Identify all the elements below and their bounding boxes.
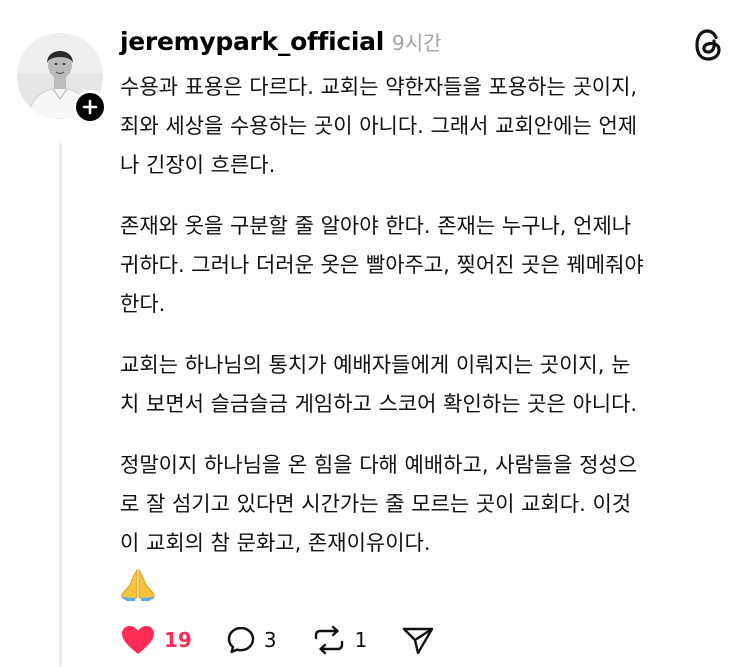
action-bar: 19 3 1 <box>120 622 469 658</box>
text-line: 나 긴장이 흐른다. <box>120 153 276 177</box>
text-line: 교회는 하나님의 통치가 예배자들에게 이뤄지는 곳이지, 눈 <box>120 353 631 377</box>
text-line: 이 교회의 참 문화고, 존재이유이다. <box>120 531 431 555</box>
reply-count: 3 <box>263 628 277 652</box>
thread-line <box>59 143 62 667</box>
repost-icon <box>314 625 343 655</box>
like-button[interactable]: 19 <box>120 624 192 656</box>
text-line: 수용과 표용은 다르다. 교회는 약한자들을 포용하는 곳이지, <box>120 75 638 99</box>
paragraph: 정말이지 하나님을 온 힘을 다해 예배하고, 사람들을 정성으 로 잘 섬기고… <box>120 446 732 563</box>
reply-button[interactable]: 3 <box>226 625 277 655</box>
folded-hands-icon <box>121 568 155 601</box>
text-line: 치 보면서 슬금슬금 게임하고 스코어 확인하는 곳은 아니다. <box>120 392 638 416</box>
heart-icon <box>122 626 154 654</box>
paragraph: 수용과 표용은 다르다. 교회는 약한자들을 포용하는 곳이지, 죄와 세상을 … <box>120 68 732 185</box>
post-time: 9시간 <box>392 31 442 55</box>
share-button[interactable] <box>401 625 435 655</box>
paragraph: 교회는 하나님의 통치가 예배자들에게 이뤄지는 곳이지, 눈 치 보면서 슬금… <box>120 346 732 424</box>
plus-icon <box>82 99 98 115</box>
username[interactable]: jeremypark_official <box>120 27 384 56</box>
repost-button[interactable]: 1 <box>311 625 368 655</box>
like-count: 19 <box>164 628 192 652</box>
text-line: 정말이지 하나님을 온 힘을 다해 예배하고, 사람들을 정성으 <box>120 453 638 477</box>
text-line: 로 잘 섬기고 있다면 시간가는 줄 모르는 곳이 교회다. 이것 <box>120 492 632 516</box>
share-icon <box>403 627 434 655</box>
repost-count: 1 <box>354 628 368 652</box>
paragraph: 존재와 옷을 구분할 줄 알아야 한다. 존재는 누구나, 언제나 귀하다. 그… <box>120 207 732 324</box>
post-body: 수용과 표용은 다르다. 교회는 약한자들을 포용하는 곳이지, 죄와 세상을 … <box>120 68 732 563</box>
text-line: 죄와 세상을 수용하는 곳이 아니다. 그래서 교회안에는 언제 <box>120 114 638 138</box>
text-line: 귀하다. 그러나 더러운 옷은 빨아주고, 찢어진 곳은 꿰메줘야 <box>120 253 644 277</box>
post-header: jeremypark_official 9시간 <box>120 27 442 59</box>
follow-button[interactable] <box>73 90 107 124</box>
text-line: 존재와 옷을 구분할 줄 알아야 한다. 존재는 누구나, 언제나 <box>120 214 632 238</box>
comment-icon <box>227 626 255 654</box>
threads-logo-icon[interactable] <box>692 27 724 63</box>
text-line: 한다. <box>120 292 166 316</box>
